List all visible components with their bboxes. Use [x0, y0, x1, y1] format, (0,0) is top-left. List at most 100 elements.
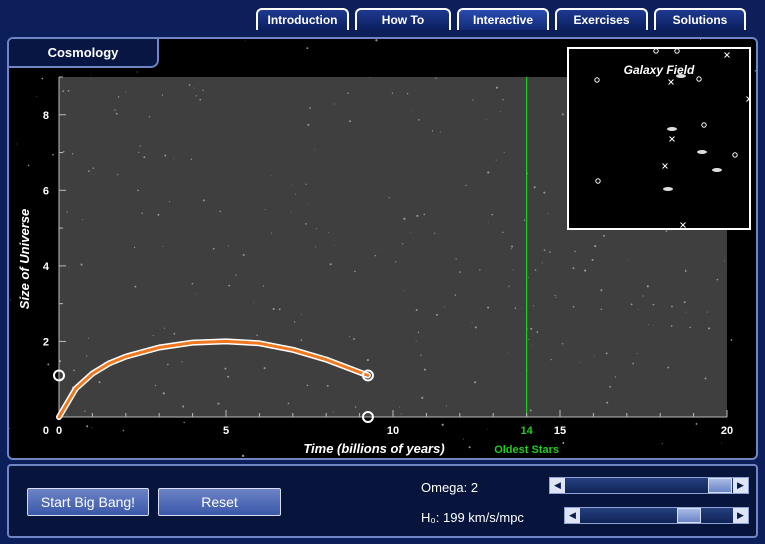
star — [181, 361, 183, 363]
star — [334, 244, 335, 246]
star — [636, 353, 638, 355]
star — [499, 111, 501, 113]
star — [301, 314, 303, 316]
star — [125, 91, 127, 93]
galaxy-marker — [594, 77, 600, 83]
reset-button[interactable]: Reset — [158, 488, 281, 516]
start-big-bang-button[interactable]: Start Big Bang! — [27, 488, 149, 516]
star — [420, 354, 422, 357]
star — [550, 358, 552, 361]
omega-left-arrow-icon[interactable]: ◀ — [550, 478, 565, 493]
star — [270, 175, 272, 176]
star — [533, 186, 536, 189]
star — [440, 131, 441, 133]
star — [455, 258, 457, 260]
star — [190, 158, 192, 160]
h0-slider[interactable]: ◀ ▶ — [564, 507, 749, 524]
star — [148, 116, 151, 118]
x-tick-label: 5 — [223, 425, 229, 437]
star — [86, 355, 88, 357]
tab-solutions[interactable]: Solutions — [654, 8, 746, 30]
tab-interactive[interactable]: Interactive — [457, 8, 549, 30]
star — [199, 98, 202, 101]
star — [488, 222, 489, 223]
star — [157, 213, 160, 216]
star — [491, 213, 494, 216]
star — [445, 405, 447, 407]
star — [591, 258, 594, 261]
star — [306, 47, 309, 50]
star — [67, 89, 70, 92]
star — [706, 311, 708, 313]
star — [71, 153, 74, 155]
star — [113, 110, 115, 112]
star — [474, 381, 477, 384]
star — [52, 153, 54, 156]
galaxy-marker — [712, 168, 722, 172]
star — [403, 290, 404, 292]
star — [122, 429, 125, 432]
star — [62, 90, 65, 92]
omega-right-arrow-icon[interactable]: ▶ — [733, 478, 748, 493]
star — [435, 77, 437, 79]
star — [502, 231, 504, 234]
star — [202, 199, 205, 202]
star — [353, 338, 355, 340]
star — [421, 396, 424, 399]
star — [507, 351, 508, 353]
star — [549, 251, 551, 253]
star — [308, 203, 310, 205]
star — [418, 119, 420, 121]
omega-slider-thumb[interactable] — [708, 478, 732, 493]
h0-slider-thumb[interactable] — [677, 508, 701, 523]
h0-label: H₀: 199 km/s/mpc — [421, 510, 524, 525]
star — [475, 333, 477, 335]
star — [417, 331, 420, 334]
star — [471, 321, 473, 323]
star — [670, 325, 673, 327]
star — [163, 327, 166, 329]
star — [256, 334, 258, 337]
star — [41, 77, 44, 80]
star — [68, 267, 69, 268]
star — [36, 96, 38, 97]
star — [514, 307, 517, 309]
star — [80, 263, 83, 266]
star — [154, 384, 157, 387]
star — [242, 253, 245, 256]
star — [543, 191, 546, 194]
star — [117, 174, 119, 176]
star — [503, 151, 505, 153]
star — [227, 245, 229, 247]
galaxy-marker — [653, 48, 659, 54]
star — [349, 120, 352, 123]
y-tick-label: 6 — [43, 185, 49, 197]
h0-left-arrow-icon[interactable]: ◀ — [565, 508, 580, 523]
omega-slider[interactable]: ◀ ▶ — [549, 477, 749, 494]
tab-introduction[interactable]: Introduction — [256, 8, 349, 30]
star — [486, 119, 487, 120]
star — [554, 294, 556, 297]
tab-exercises[interactable]: Exercises — [555, 8, 648, 30]
panel-title-tab: Cosmology — [9, 39, 159, 68]
star — [403, 217, 406, 220]
star — [9, 299, 11, 301]
star — [555, 297, 557, 299]
x-tick-label: 20 — [721, 425, 733, 437]
star — [306, 384, 309, 387]
tab-how-to[interactable]: How To — [355, 8, 451, 30]
star — [600, 289, 603, 292]
oldest-stars-label: Oldest Stars — [494, 444, 559, 456]
star — [527, 277, 529, 279]
h0-right-arrow-icon[interactable]: ▶ — [733, 508, 748, 523]
star — [244, 40, 246, 42]
star — [572, 305, 575, 308]
star — [520, 284, 522, 286]
star — [695, 423, 698, 425]
star — [270, 232, 272, 234]
star — [293, 321, 296, 323]
star — [191, 282, 194, 285]
star — [561, 113, 564, 116]
star — [305, 183, 307, 185]
cosmology-panel: 0 5 10 15 20 2 4 6 8 0 Time (billions of years) S… — [7, 37, 758, 460]
